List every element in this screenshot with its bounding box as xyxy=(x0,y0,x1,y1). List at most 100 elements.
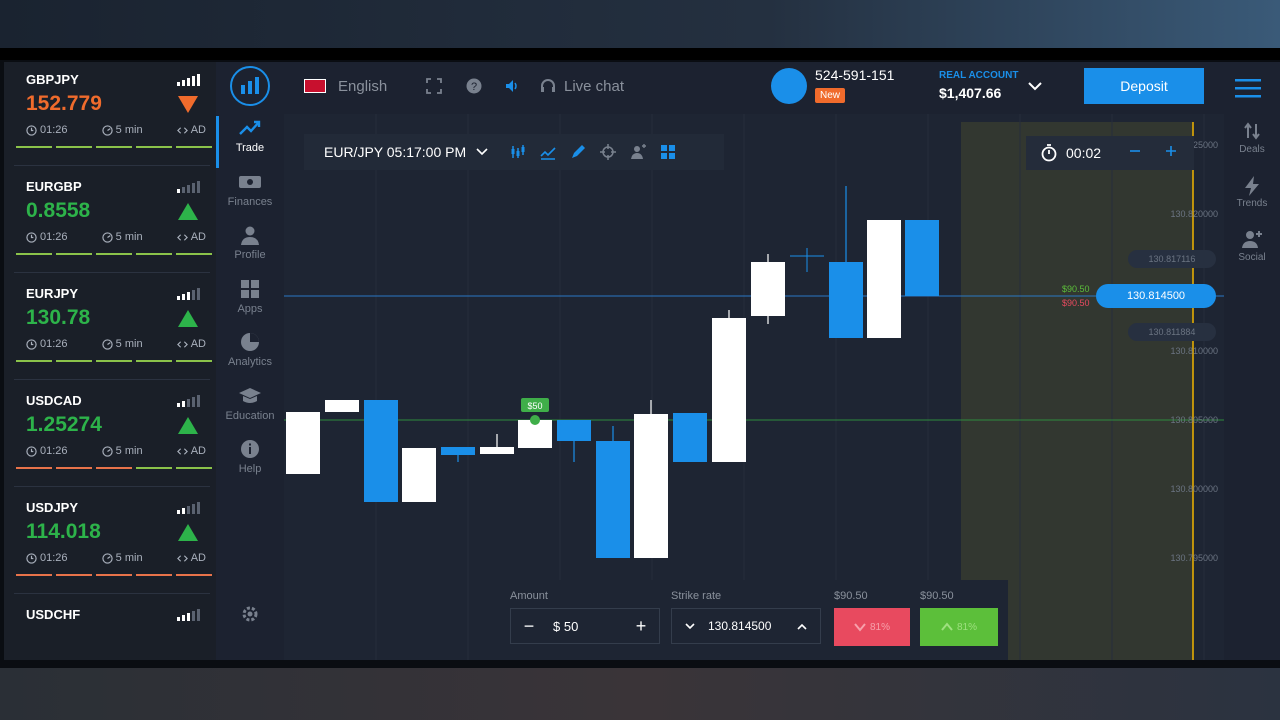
pencil-icon[interactable] xyxy=(570,144,586,160)
stopwatch-icon xyxy=(1041,144,1057,162)
nav-item-profile[interactable]: Profile xyxy=(216,223,284,275)
payout-up-label: $90.50 xyxy=(1062,284,1090,294)
asset-item-gbpjpy[interactable]: GBPJPY 152.779 01:26 5 min AD xyxy=(14,62,212,166)
add-user-icon[interactable] xyxy=(630,144,647,160)
candles-icon[interactable] xyxy=(510,144,526,160)
pie-chart-icon xyxy=(216,330,284,354)
signal-strength-icon xyxy=(177,288,200,300)
clock-icon xyxy=(26,552,37,564)
candle-body xyxy=(829,262,863,338)
asset-meta: 01:26 5 min AD xyxy=(26,124,206,136)
crosshair-icon[interactable] xyxy=(600,144,617,160)
right-rail: Deals Trends Social xyxy=(1224,114,1280,660)
up-percent: 81% xyxy=(920,608,998,646)
sound-icon[interactable] xyxy=(504,62,520,110)
uk-flag-icon xyxy=(304,79,326,93)
code-icon xyxy=(176,340,188,348)
axis-tick-label: 130.800000 xyxy=(1170,484,1218,494)
avatar[interactable] xyxy=(771,68,807,104)
language-label: English xyxy=(338,77,388,95)
asset-symbol: EURJPY xyxy=(26,286,79,301)
new-badge: New xyxy=(815,88,846,103)
asset-item-eurjpy[interactable]: EURJPY 130.78 01:26 5 min AD xyxy=(14,276,212,380)
nav-item-finances[interactable]: Finances xyxy=(216,170,284,222)
user-icon xyxy=(216,223,284,247)
gauge-icon xyxy=(101,445,113,457)
price-chart[interactable]: $50 $90.50 $90.50 130.820000 130.810000 130.8… xyxy=(284,114,1224,660)
gauge-icon xyxy=(101,552,113,564)
asset-meta: 01:26 5 min AD xyxy=(26,231,206,243)
chart-toolbar: EUR/JPY 05:17:00 PM xyxy=(304,134,724,170)
asset-meta: 01:26 5 min AD xyxy=(26,552,206,564)
buy-up-button[interactable]: 81% xyxy=(920,608,998,646)
timer-minus-button[interactable] xyxy=(1129,144,1141,162)
info-icon xyxy=(216,437,284,461)
gauge-icon xyxy=(101,124,113,136)
trend-strip xyxy=(16,467,212,470)
sell-down-button[interactable]: 81% xyxy=(834,608,910,646)
axis-tick-label: 130.810000 xyxy=(1170,346,1218,356)
asset-item-usdchf[interactable]: USDCHF xyxy=(14,597,210,660)
right-nav-label: Social xyxy=(1238,252,1266,263)
amount-minus-button[interactable]: − xyxy=(511,609,547,643)
asset-item-eurgbp[interactable]: EURGBP 0.8558 01:26 5 min AD xyxy=(14,169,212,273)
candle-body xyxy=(441,447,475,455)
trend-strip xyxy=(16,253,212,256)
trending-up-icon xyxy=(216,116,284,140)
trend-strip xyxy=(16,146,212,149)
amount-plus-button[interactable]: + xyxy=(623,609,659,643)
nav-rail: Trade Finances Profile Apps Analytics Educati… xyxy=(216,62,284,660)
hamburger-menu-icon[interactable] xyxy=(1216,62,1280,114)
amount-input[interactable]: − $ 50 + xyxy=(510,608,660,644)
signal-strength-icon xyxy=(177,609,200,621)
axis-tick-label: 130.820000 xyxy=(1170,209,1218,219)
gauge-icon xyxy=(101,338,113,350)
asset-time-selector[interactable]: EUR/JPY 05:17:00 PM xyxy=(324,144,488,160)
candlestick-plot: $50 $90.50 $90.50 130.820000 130.810000 130.8… xyxy=(284,114,1224,660)
candle-body xyxy=(673,413,707,462)
fullscreen-icon[interactable] xyxy=(426,62,442,110)
amount-value: $ 50 xyxy=(553,618,579,634)
live-chat-button[interactable]: Live chat xyxy=(540,62,624,110)
nav-item-trade[interactable]: Trade xyxy=(216,116,284,168)
asset-item-usdcad[interactable]: USDCAD 1.25274 01:26 5 min AD xyxy=(14,383,212,487)
chevron-up-icon[interactable] xyxy=(784,609,820,643)
signal-strength-icon xyxy=(177,74,200,86)
trend-strip xyxy=(16,574,212,577)
asset-item-usdjpy[interactable]: USDJPY 114.018 01:26 5 min AD xyxy=(14,490,212,594)
right-nav-label: Trends xyxy=(1236,198,1268,209)
right-nav-social[interactable]: Social xyxy=(1224,230,1280,263)
nav-label: Trade xyxy=(235,142,265,154)
candle-body xyxy=(402,448,436,502)
add-user-icon xyxy=(1224,230,1280,252)
pair-time-label: EUR/JPY 05:17:00 PM xyxy=(324,144,467,160)
video-band-bottom xyxy=(0,668,1280,720)
up-payout-label: $90.50 xyxy=(920,590,954,602)
nav-item-education[interactable]: Education xyxy=(216,384,284,436)
nav-item-analytics[interactable]: Analytics xyxy=(216,330,284,382)
asset-price: 130.78 xyxy=(26,306,91,329)
trend-strip xyxy=(16,360,212,363)
indicators-icon[interactable] xyxy=(540,144,556,160)
right-nav-trends[interactable]: Trends xyxy=(1224,176,1280,209)
chevron-down-icon[interactable] xyxy=(672,609,708,643)
settings-icon[interactable] xyxy=(216,602,284,654)
lower-price-tag: 130.811884 xyxy=(1128,323,1216,341)
help-icon[interactable]: ? xyxy=(466,62,482,110)
headset-icon xyxy=(541,79,555,92)
timer-plus-button[interactable] xyxy=(1165,144,1177,162)
logo-icon[interactable] xyxy=(230,66,270,106)
layout-icon[interactable] xyxy=(660,144,676,160)
asset-price: 1.25274 xyxy=(26,413,102,436)
language-selector[interactable]: English xyxy=(304,62,387,110)
down-payout-label: $90.50 xyxy=(834,590,868,602)
deposit-button[interactable]: Deposit xyxy=(1084,68,1204,104)
right-nav-deals[interactable]: Deals xyxy=(1224,122,1280,155)
asset-symbol: USDCAD xyxy=(26,393,82,408)
nav-item-apps[interactable]: Apps xyxy=(216,277,284,329)
account-dropdown-chevron-icon[interactable] xyxy=(1028,62,1042,110)
strike-rate-input[interactable]: 130.814500 xyxy=(671,608,821,644)
nav-item-help[interactable]: Help xyxy=(216,437,284,489)
asset-price: 152.779 xyxy=(26,92,102,115)
triangle-up-icon xyxy=(178,203,198,220)
